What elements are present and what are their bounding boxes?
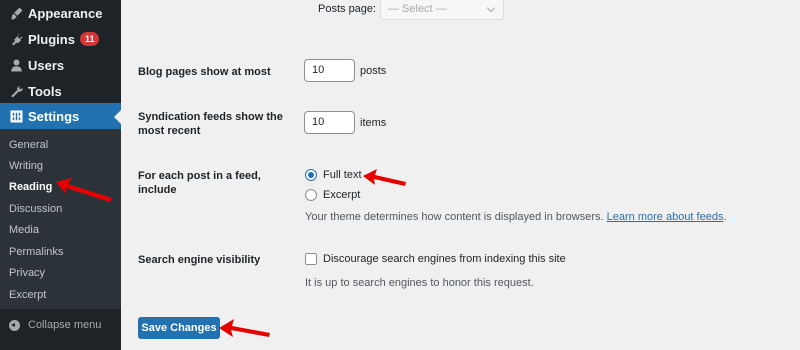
description-period: . [723, 211, 727, 223]
blog-pages-input[interactable]: 10 [304, 59, 355, 82]
collapse-menu-button[interactable]: Collapse menu [0, 313, 121, 337]
feed-description: Your theme determines how content is dis… [305, 211, 727, 223]
excerpt-radio[interactable] [305, 189, 317, 201]
save-changes-button[interactable]: Save Changes [138, 317, 220, 339]
full-text-radio[interactable] [305, 169, 317, 181]
submenu-item-privacy[interactable]: Privacy [9, 267, 45, 279]
menu-item-tools[interactable]: Tools [0, 78, 121, 104]
discourage-search-checkbox-label[interactable]: Discourage search engines from indexing … [323, 253, 566, 265]
menu-label: Settings [28, 108, 80, 124]
submenu-item-media[interactable]: Media [9, 224, 39, 236]
full-text-radio-label[interactable]: Full text [323, 169, 362, 181]
discourage-search-checkbox[interactable] [305, 253, 317, 265]
collapse-menu-label: Collapse menu [28, 319, 102, 331]
submenu-item-general[interactable]: General [9, 139, 48, 151]
syndication-label: Syndication feeds show the most recent [138, 110, 283, 138]
chevron-down-icon [486, 3, 496, 13]
posts-page-select[interactable]: — Select — [380, 0, 504, 20]
menu-label: Users [28, 57, 65, 73]
blog-pages-unit: posts [360, 65, 387, 77]
syndication-label-line1: Syndication feeds show the [138, 111, 283, 123]
settings-icon [6, 109, 26, 124]
submenu-item-permalinks[interactable]: Permalinks [9, 246, 63, 258]
syndication-unit: items [360, 117, 387, 129]
menu-item-settings[interactable]: Settings [0, 103, 121, 129]
submenu-item-excerpt[interactable]: Excerpt [9, 289, 46, 301]
feed-description-text: Your theme determines how content is dis… [305, 211, 604, 223]
menu-label: Tools [28, 83, 62, 99]
feed-content-label: For each post in a feed, include [138, 169, 261, 197]
plug-icon [6, 32, 26, 47]
blog-pages-label: Blog pages show at most [138, 66, 271, 78]
select-value: — Select — [388, 3, 447, 15]
learn-more-feeds-link[interactable]: Learn more about feeds [607, 211, 724, 223]
menu-label: Plugins [28, 31, 75, 47]
annotation-arrow-save [219, 319, 270, 337]
annotation-arrow-full-text [363, 169, 406, 186]
user-icon [6, 58, 26, 73]
update-count-badge: 11 [79, 32, 100, 46]
feed-content-label-line2: include [138, 184, 177, 196]
syndication-input[interactable]: 10 [304, 111, 355, 134]
excerpt-radio-label[interactable]: Excerpt [323, 189, 360, 201]
submenu-item-reading[interactable]: Reading [9, 181, 52, 193]
menu-item-appearance[interactable]: Appearance [0, 0, 121, 26]
active-indicator [114, 110, 121, 124]
settings-submenu: General Writing Reading Discussion Media… [0, 129, 121, 309]
syndication-label-line2: most recent [138, 125, 201, 137]
search-visibility-label: Search engine visibility [138, 254, 261, 266]
annotation-arrow-reading [56, 178, 112, 202]
posts-page-label: Posts page: [318, 3, 377, 15]
menu-item-users[interactable]: Users [0, 52, 121, 78]
menu-item-plugins[interactable]: Plugins 11 [0, 26, 121, 52]
search-visibility-note: It is up to search engines to honor this… [305, 277, 534, 289]
paintbrush-icon [6, 6, 26, 21]
submenu-item-writing[interactable]: Writing [9, 160, 43, 172]
wrench-icon [6, 84, 26, 99]
admin-sidebar: Appearance Plugins 11 Users Tools Settin… [0, 0, 121, 350]
feed-content-label-line1: For each post in a feed, [138, 170, 261, 182]
menu-label: Appearance [28, 5, 103, 21]
collapse-arrow-icon [9, 319, 20, 331]
